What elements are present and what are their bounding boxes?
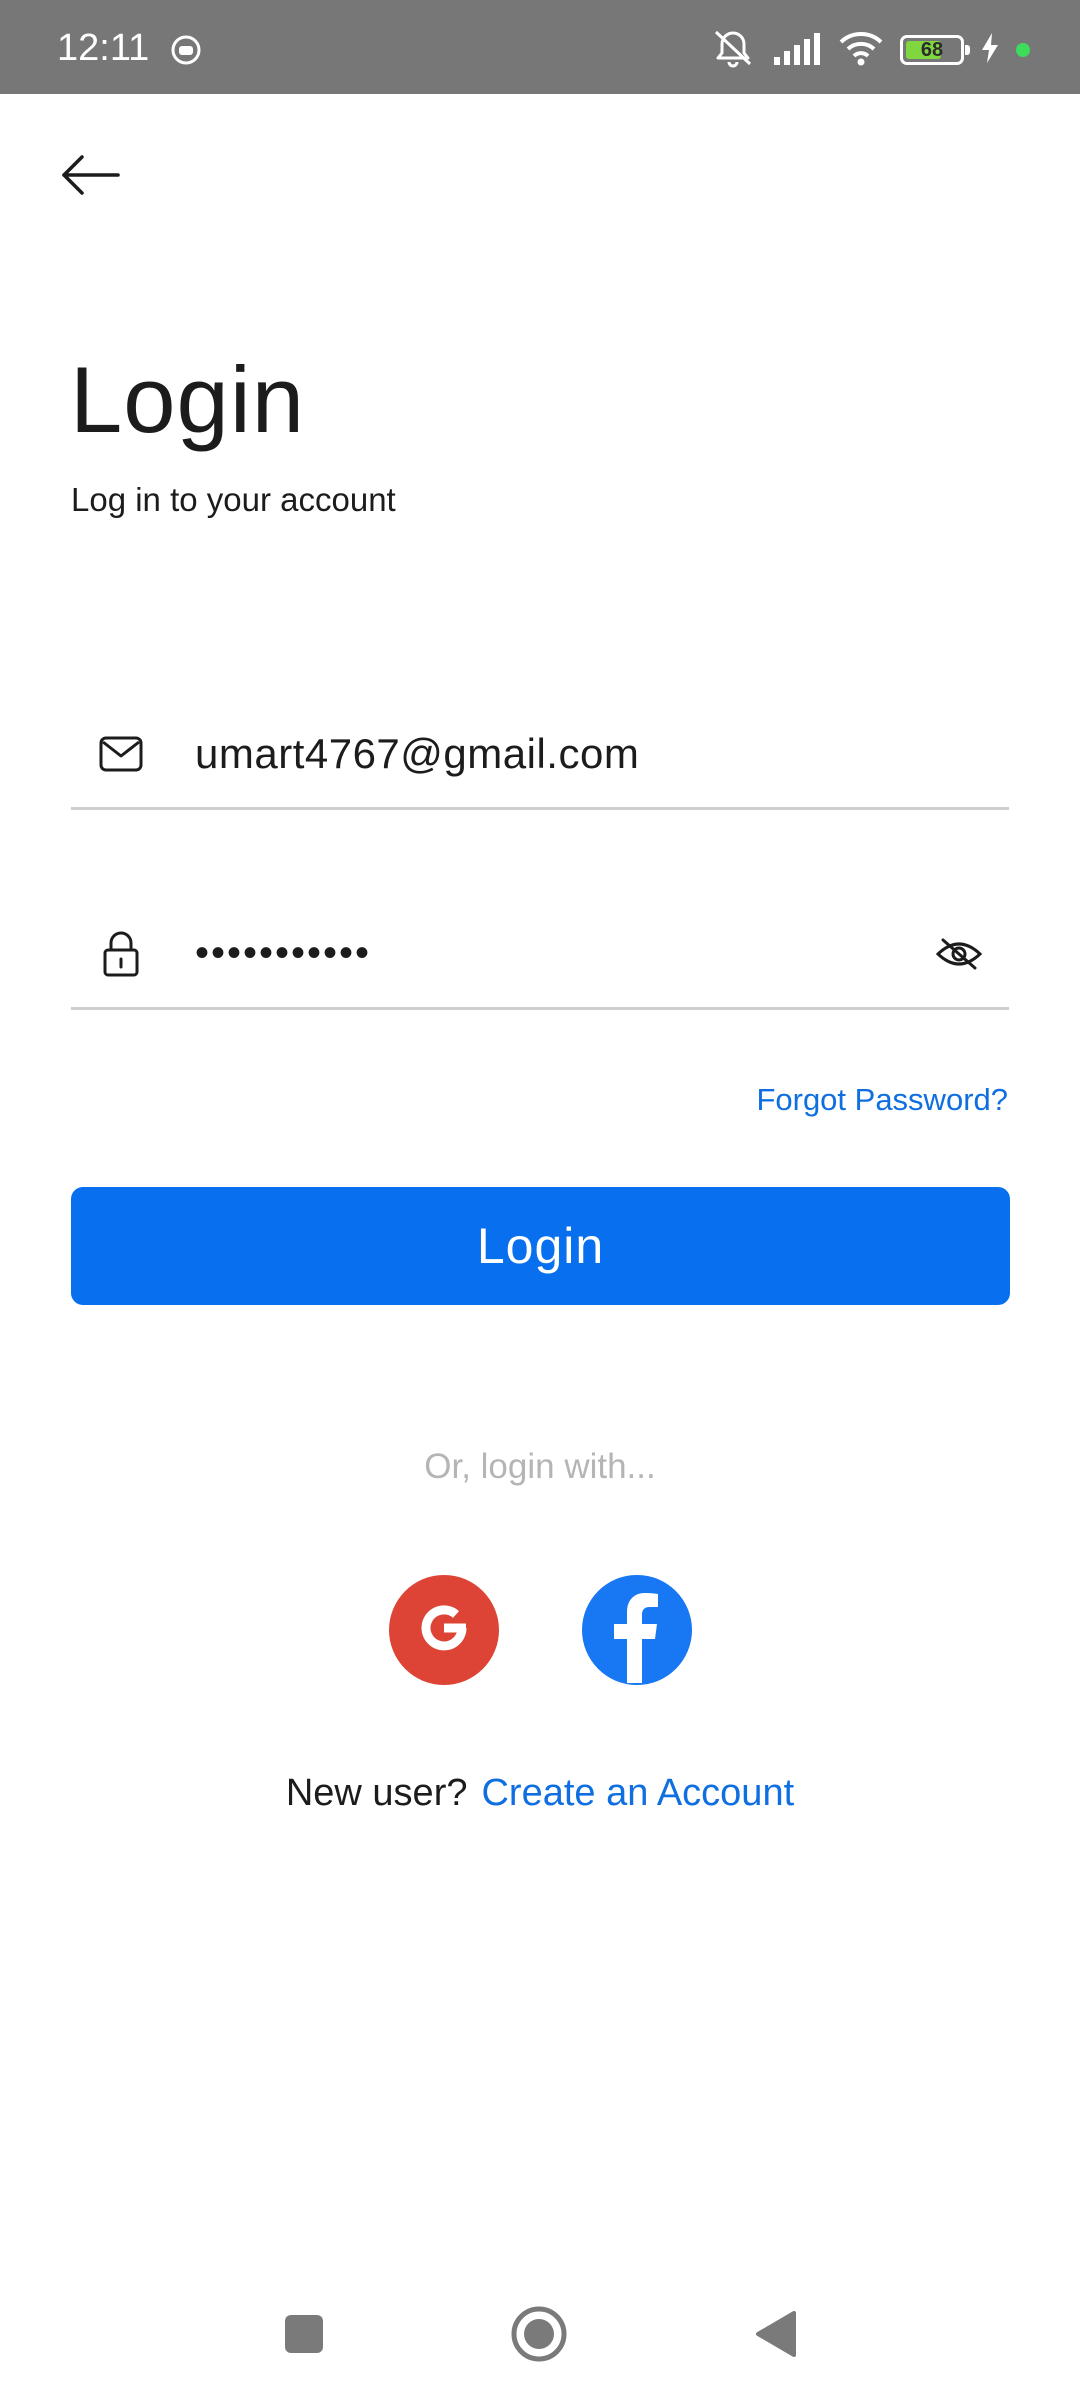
status-bar: 12:11 68: [0, 0, 1080, 94]
page-subtitle: Log in to your account: [71, 481, 396, 518]
email-field[interactable]: umart4767@gmail.com: [71, 700, 1009, 810]
status-icons: 68: [710, 28, 1030, 72]
facebook-login-button[interactable]: [582, 1575, 692, 1685]
battery-level: 68: [920, 39, 944, 61]
home-icon: [510, 2305, 568, 2368]
home-button[interactable]: [509, 2306, 569, 2366]
mute-icon: [710, 28, 756, 73]
google-login-button[interactable]: [389, 1575, 499, 1685]
page-title: Login: [70, 347, 305, 452]
nav-back-button[interactable]: [746, 2306, 806, 2366]
or-login-with-text: Or, login with...: [424, 1447, 656, 1486]
wifi-icon: [838, 30, 884, 71]
app-notification-icon: [170, 34, 202, 66]
eye-off-icon[interactable]: [933, 932, 985, 976]
signup-row: New user? Create an Account: [0, 1768, 1080, 1818]
back-triangle-icon: [754, 2310, 798, 2363]
recents-icon: [283, 2313, 325, 2360]
facebook-icon: [582, 1575, 692, 1685]
create-account-link[interactable]: Create an Account: [481, 1772, 794, 1814]
login-screen: 12:11 68 Login Log in to your account um…: [0, 0, 1080, 2400]
back-button[interactable]: [60, 145, 140, 209]
lock-icon: [97, 930, 145, 978]
email-input[interactable]: umart4767@gmail.com: [195, 730, 1009, 778]
password-input[interactable]: •••••••••••: [195, 931, 933, 976]
active-dot: [1016, 43, 1030, 57]
arrow-left-icon: [60, 153, 122, 202]
mail-icon: [97, 730, 145, 778]
signal-icon: [772, 31, 822, 70]
google-icon: [414, 1598, 474, 1663]
social-login-row: [0, 1575, 1080, 1685]
status-time: 12:11: [57, 27, 150, 69]
new-user-text: New user?: [285, 1772, 468, 1814]
charging-icon: [980, 32, 1000, 69]
login-button[interactable]: Login: [71, 1187, 1010, 1305]
recents-button[interactable]: [274, 2306, 334, 2366]
system-nav-bar: [0, 2290, 1080, 2380]
forgot-password-link[interactable]: Forgot Password?: [756, 1080, 1008, 1120]
battery-icon: 68: [900, 35, 970, 65]
password-field[interactable]: •••••••••••: [71, 900, 1009, 1010]
